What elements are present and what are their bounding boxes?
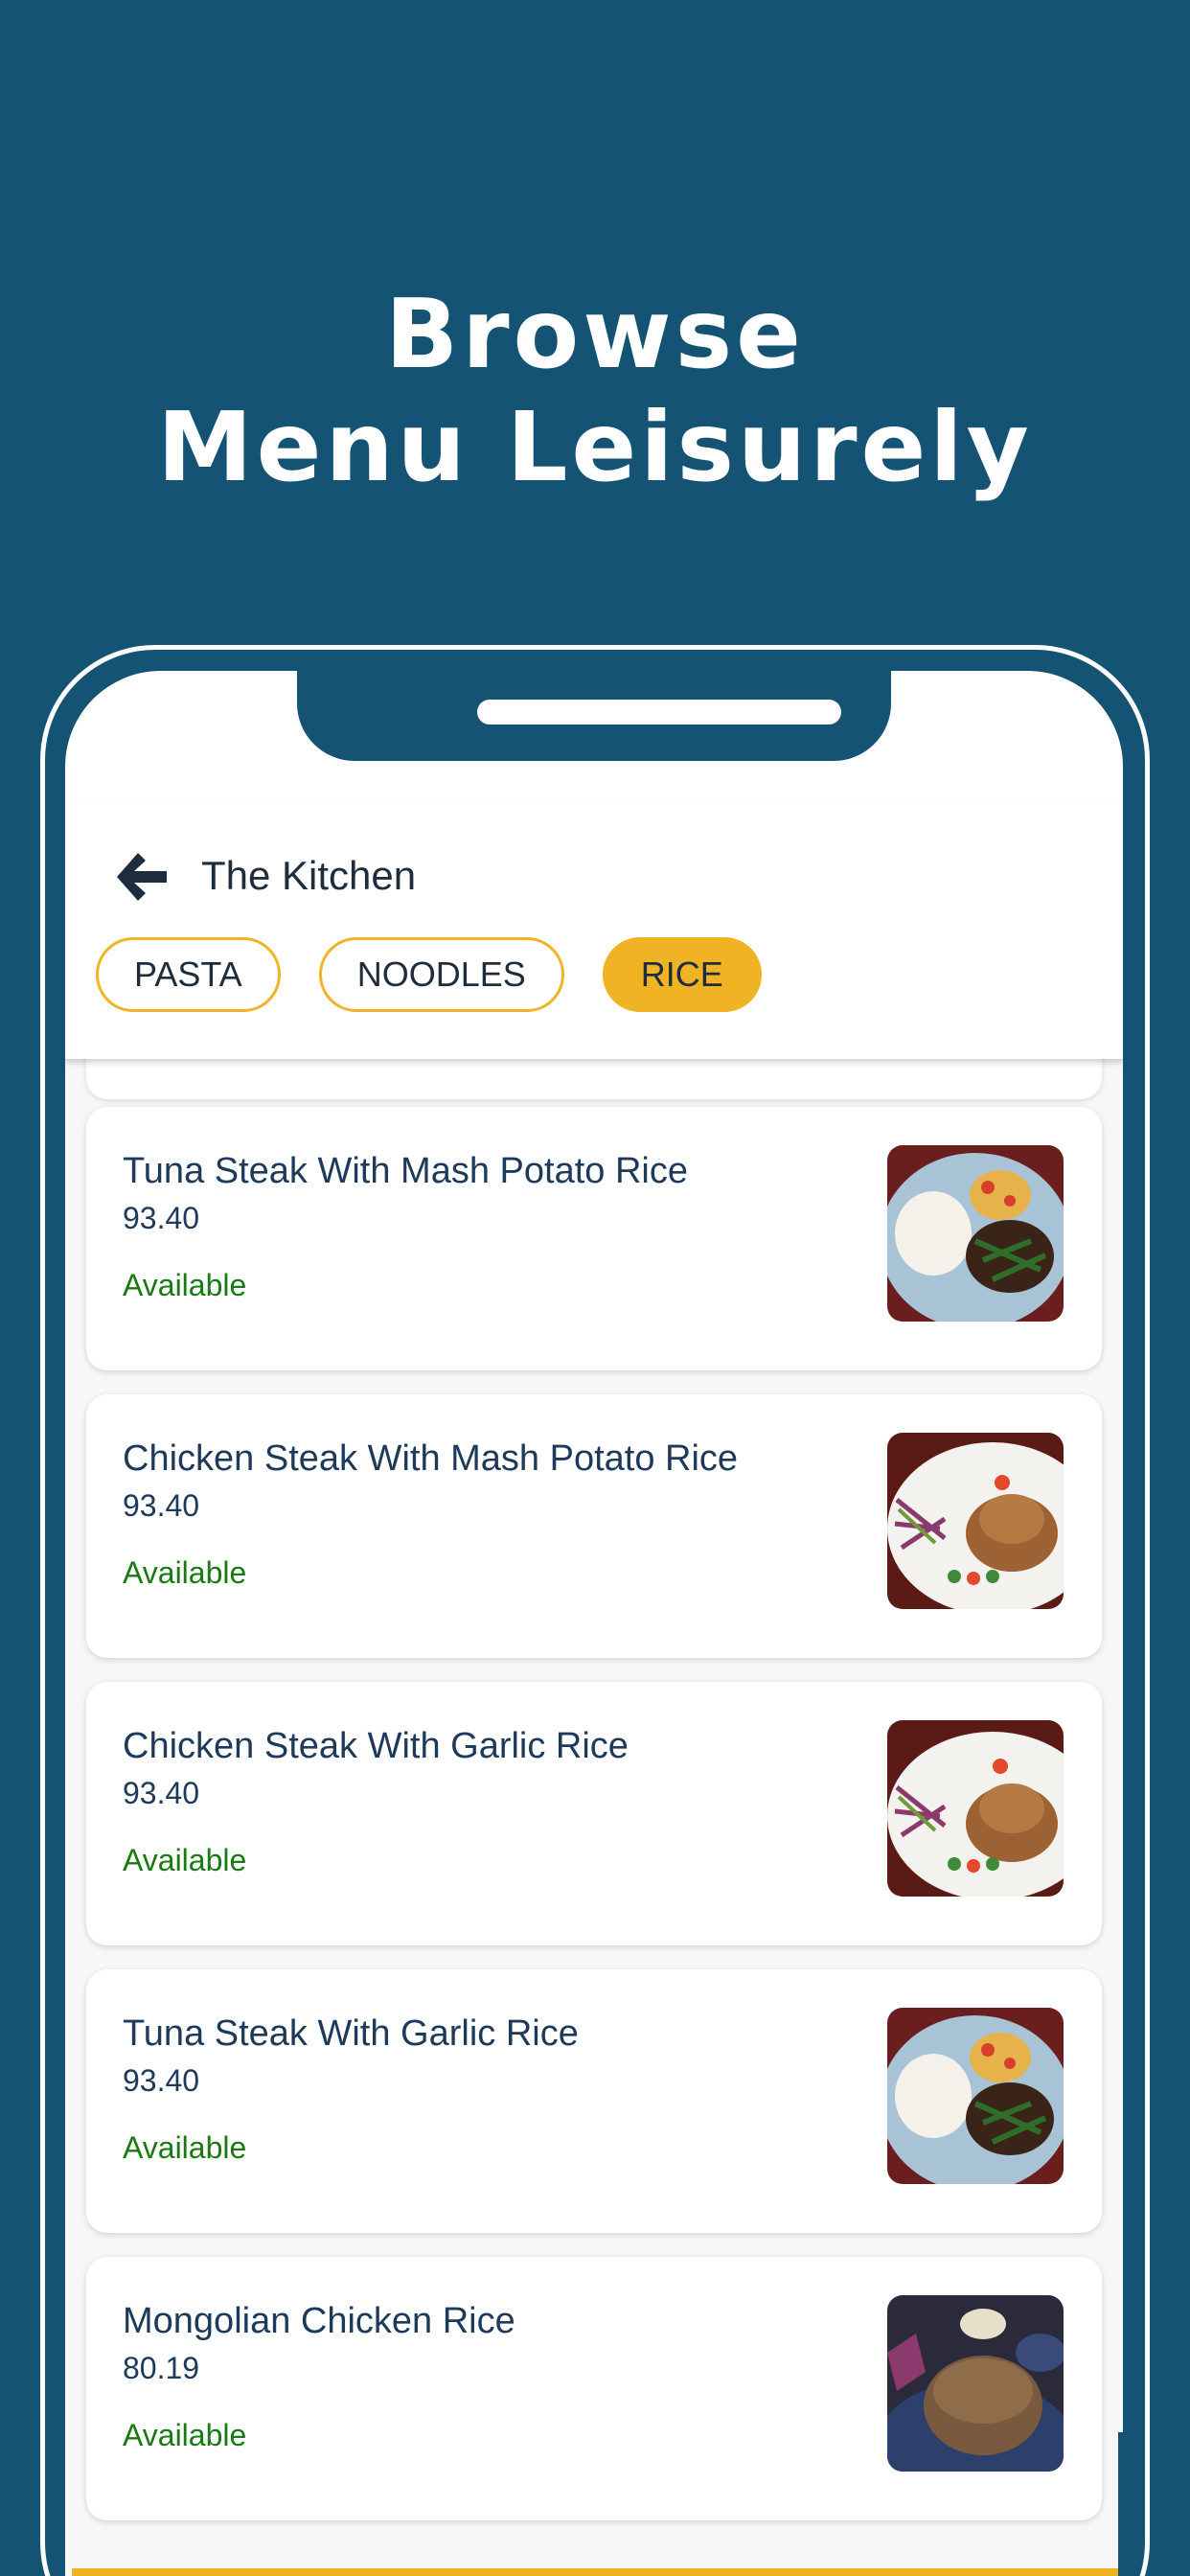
headline-line-2: Menu Leisurely bbox=[157, 391, 1033, 503]
promo-headline: Browse Menu Leisurely bbox=[0, 278, 1190, 504]
menu-item-card[interactable]: Chicken Steak With Garlic Rice 93.40 Ava… bbox=[86, 1682, 1102, 1945]
headline-line-1: Browse bbox=[385, 278, 805, 390]
item-status: Available bbox=[123, 1843, 247, 1877]
phone-speaker bbox=[477, 700, 841, 724]
phone-notch bbox=[297, 671, 891, 761]
promo-page: Browse Menu Leisurely The Kitchen PASTA … bbox=[0, 0, 1190, 2576]
tab-pasta[interactable]: PASTA bbox=[96, 937, 281, 1012]
menu-item-card[interactable]: Chicken Steak With Mash Potato Rice 93.4… bbox=[86, 1394, 1102, 1658]
item-price: 93.40 bbox=[123, 1488, 200, 1523]
page-title: The Kitchen bbox=[201, 853, 417, 898]
arrow-left-icon bbox=[113, 851, 169, 908]
item-name: Chicken Steak With Garlic Rice bbox=[123, 1726, 629, 1766]
menu-item-card[interactable]: Tuna Steak With Garlic Rice 93.40 Availa… bbox=[86, 1969, 1102, 2233]
item-image bbox=[887, 2295, 1064, 2472]
item-image bbox=[887, 2008, 1064, 2184]
tab-rice[interactable]: RICE bbox=[602, 937, 762, 1012]
item-name: Tuna Steak With Garlic Rice bbox=[123, 2013, 579, 2054]
item-name: Chicken Steak With Mash Potato Rice bbox=[123, 1438, 739, 1479]
item-price: 93.40 bbox=[123, 1201, 200, 1235]
item-name: Tuna Steak With Mash Potato Rice bbox=[123, 1151, 688, 1191]
item-name: Mongolian Chicken Rice bbox=[123, 2301, 515, 2341]
app-header: The Kitchen PASTA NOODLES RICE bbox=[65, 805, 1123, 1059]
item-image bbox=[887, 1720, 1064, 1897]
item-status: Available bbox=[123, 2418, 247, 2452]
menu-item-card[interactable]: Mongolian Chicken Rice 80.19 Available bbox=[86, 2257, 1102, 2520]
bottom-accent-bar bbox=[72, 2568, 1118, 2576]
item-status: Available bbox=[123, 2130, 247, 2165]
category-tabs: PASTA NOODLES RICE bbox=[96, 937, 762, 1012]
item-image bbox=[887, 1145, 1064, 1322]
phone-edge bbox=[1118, 2432, 1123, 2576]
item-status: Available bbox=[123, 1268, 247, 1302]
back-button[interactable] bbox=[107, 845, 174, 912]
item-status: Available bbox=[123, 1555, 247, 1590]
item-price: 80.19 bbox=[123, 2351, 200, 2385]
tab-noodles[interactable]: NOODLES bbox=[318, 937, 564, 1012]
item-image bbox=[887, 1433, 1064, 1609]
item-price: 93.40 bbox=[123, 1776, 200, 1810]
menu-item-card[interactable]: Tuna Steak With Mash Potato Rice 93.40 A… bbox=[86, 1107, 1102, 1370]
menu-list[interactable]: Tuna Steak With Mash Potato Rice 93.40 A… bbox=[65, 1021, 1123, 2576]
phone-screen: The Kitchen PASTA NOODLES RICE Tuna Stea… bbox=[65, 671, 1123, 2576]
item-price: 93.40 bbox=[123, 2063, 200, 2098]
